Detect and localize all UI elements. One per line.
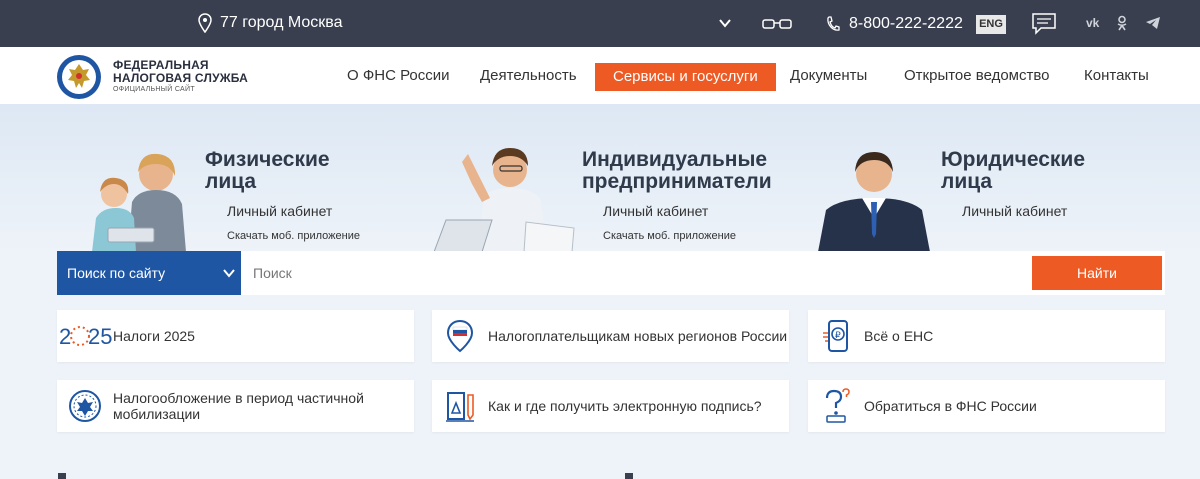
nav-open-agency[interactable]: Открытое ведомство bbox=[904, 47, 1050, 104]
tile-mobilization[interactable]: Налогообложение в период частичной мобил… bbox=[57, 380, 414, 432]
mother-child-image bbox=[92, 153, 186, 252]
hero-section: Физические лица Личный кабинет Скачать м… bbox=[0, 104, 1200, 254]
hero-entrepreneurs-app-link[interactable]: Скачать моб. приложение bbox=[603, 230, 736, 242]
search-input[interactable] bbox=[241, 251, 1031, 295]
svg-text:2: 2 bbox=[59, 324, 71, 349]
hero-entrepreneurs-title-line1: Индивидуальные bbox=[582, 148, 768, 171]
vk-icon[interactable]: vk bbox=[1086, 16, 1099, 30]
svg-text:25: 25 bbox=[88, 324, 112, 349]
nav-documents[interactable]: Документы bbox=[790, 47, 867, 104]
tile-new-regions[interactable]: Налогоплательщикам новых регионов России bbox=[432, 310, 789, 362]
nav-activity[interactable]: Деятельность bbox=[480, 47, 577, 104]
accessibility-glasses-icon[interactable] bbox=[762, 17, 792, 31]
search-scope-label: Поиск по сайту bbox=[67, 265, 166, 281]
search-button[interactable]: Найти bbox=[1032, 256, 1162, 290]
logo-line-2: НАЛОГОВАЯ СЛУЖБА bbox=[113, 71, 249, 85]
2025-icon: 2 25 bbox=[59, 324, 112, 349]
tile-e-signature-label: Как и где получить электронную подпись? bbox=[488, 398, 762, 414]
chevron-down-icon[interactable] bbox=[718, 16, 732, 30]
chat-icon[interactable] bbox=[1032, 13, 1056, 35]
tile-ens[interactable]: ₽ Всё о ЕНС bbox=[808, 310, 1165, 362]
location-label: 77 город Москва bbox=[220, 14, 343, 31]
section-heading-fragment bbox=[58, 473, 66, 479]
phone-ruble-icon: ₽ bbox=[823, 320, 848, 352]
phone-number: 8-800-222-2222 bbox=[849, 15, 963, 32]
hero-legal-title-line2: лица bbox=[941, 170, 993, 193]
language-button[interactable]: ENG bbox=[976, 15, 1006, 34]
tile-contact-fns-label: Обратиться в ФНС России bbox=[864, 398, 1037, 414]
logo-line-1: ФЕДЕРАЛЬНАЯ bbox=[113, 58, 209, 72]
hero-individuals-title-line1: Физические bbox=[205, 148, 330, 171]
section-heading-fragment bbox=[625, 473, 633, 479]
nav-services[interactable]: Сервисы и госуслуги bbox=[595, 63, 776, 91]
tile-new-regions-label: Налогоплательщикам новых регионов России bbox=[488, 328, 788, 344]
tile-taxes-2025[interactable]: 2 25 Налоги 2025 bbox=[57, 310, 414, 362]
location-pin-icon bbox=[198, 13, 212, 33]
hero-individuals-title-line2: лица bbox=[205, 170, 257, 193]
site-search: Поиск по сайту Найти bbox=[57, 251, 1165, 295]
nav-about[interactable]: О ФНС России bbox=[347, 47, 450, 104]
hero-entrepreneurs-title-line2: предприниматели bbox=[582, 170, 772, 193]
tile-mobilization-label: Налогообложение в период частичной мобил… bbox=[113, 390, 364, 422]
main-header: ФЕДЕРАЛЬНАЯ НАЛОГОВАЯ СЛУЖБА ОФИЦИАЛЬНЫЙ… bbox=[0, 47, 1200, 104]
hero-individuals-title[interactable]: Физические лица bbox=[205, 149, 330, 193]
ok-icon[interactable] bbox=[1116, 15, 1128, 31]
hero-legal-cabinet-link[interactable]: Личный кабинет bbox=[962, 203, 1067, 219]
logo-text[interactable]: ФЕДЕРАЛЬНАЯ НАЛОГОВАЯ СЛУЖБА ОФИЦИАЛЬНЫЙ… bbox=[113, 59, 248, 93]
nav-contacts[interactable]: Контакты bbox=[1084, 47, 1149, 104]
hotline-phone[interactable]: 8-800-222-2222 bbox=[826, 15, 963, 33]
top-bar: 77 город Москва 8-800-222-2222 ENG vk bbox=[0, 0, 1200, 47]
tile-taxes-2025-label: Налоги 2025 bbox=[113, 328, 195, 344]
hero-individuals: Физические лица Личный кабинет Скачать м… bbox=[0, 104, 400, 254]
entrepreneur-image bbox=[433, 148, 575, 252]
telegram-icon[interactable] bbox=[1145, 16, 1161, 30]
logo-line-3: ОФИЦИАЛЬНЫЙ САЙТ bbox=[113, 86, 195, 93]
chevron-down-icon bbox=[223, 269, 235, 278]
question-icon bbox=[825, 388, 850, 423]
svg-text:₽: ₽ bbox=[835, 330, 841, 340]
tile-e-signature[interactable]: Как и где получить электронную подпись? bbox=[432, 380, 789, 432]
location-selector[interactable]: 77 город Москва bbox=[198, 13, 342, 33]
search-scope-select[interactable]: Поиск по сайту bbox=[57, 251, 241, 295]
map-pin-flag-icon bbox=[446, 319, 474, 353]
emblem-icon bbox=[69, 390, 101, 422]
hero-individuals-app-link[interactable]: Скачать моб. приложение bbox=[227, 230, 360, 242]
hero-legal-title[interactable]: Юридические лица bbox=[941, 149, 1085, 193]
fns-emblem-logo[interactable] bbox=[56, 54, 102, 100]
signature-icon bbox=[446, 392, 474, 422]
hero-entrepreneurs-cabinet-link[interactable]: Личный кабинет bbox=[603, 203, 708, 219]
hero-individuals-cabinet-link[interactable]: Личный кабинет bbox=[227, 203, 332, 219]
businessman-image bbox=[818, 152, 930, 252]
phone-icon bbox=[827, 16, 840, 31]
tile-contact-fns[interactable]: Обратиться в ФНС России bbox=[808, 380, 1165, 432]
hero-legal-title-line1: Юридические bbox=[941, 148, 1086, 171]
hero-entrepreneurs: Индивидуальные предприниматели Личный ка… bbox=[400, 104, 800, 254]
hero-entrepreneurs-title[interactable]: Индивидуальные предприниматели bbox=[582, 149, 772, 193]
hero-legal-entities: Юридические лица Личный кабинет bbox=[800, 104, 1200, 254]
tile-ens-label: Всё о ЕНС bbox=[864, 328, 934, 344]
